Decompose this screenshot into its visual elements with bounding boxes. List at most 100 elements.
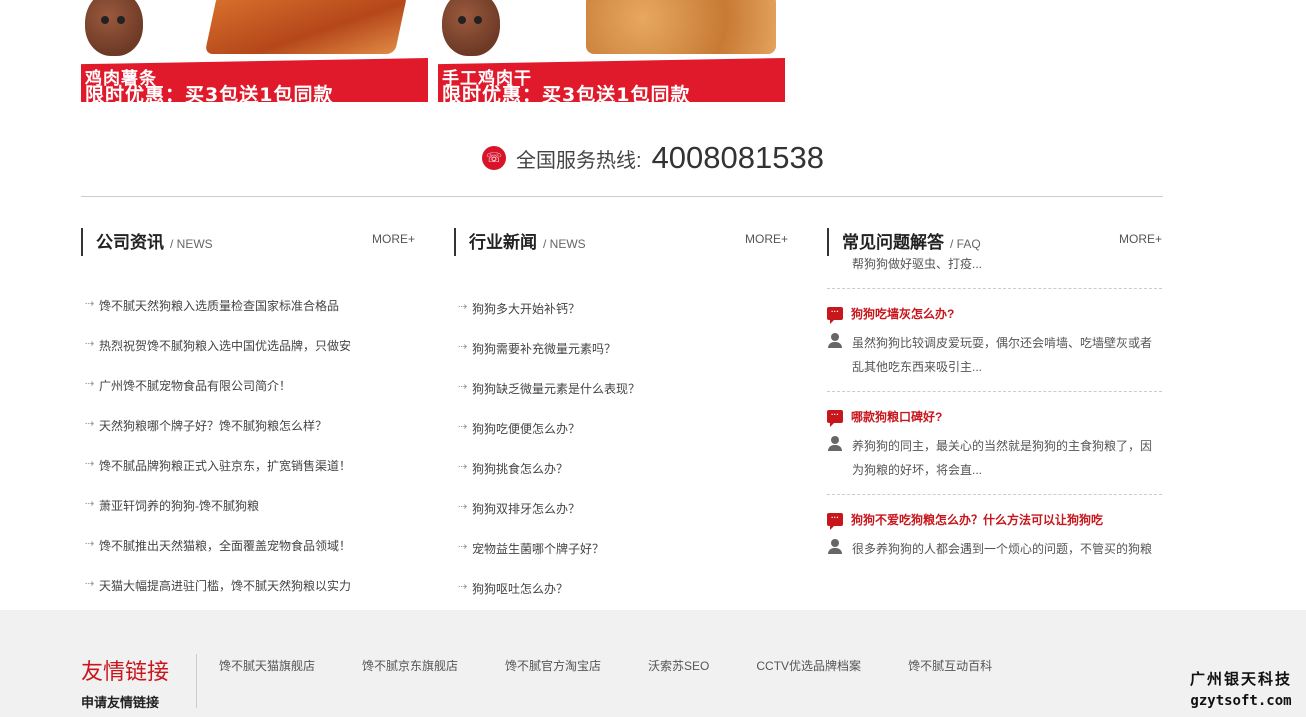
friend-links-footer: 友情链接 申请友情链接 馋不腻天猫旗舰店 馋不腻京东旗舰店 馋不腻官方淘宝店 沃…	[0, 610, 1306, 717]
list-item[interactable]: ⇢ 狗狗需要补充微量元素吗？	[454, 340, 788, 380]
watermark-domain: gzytsoft.com	[1190, 693, 1292, 709]
food-image	[204, 0, 408, 54]
user-icon	[827, 333, 843, 349]
faq-section: 常见问题解答 / FAQ MORE+ 帮狗狗做好驱虫、打疫... ··· 狗狗吃…	[827, 228, 1162, 610]
arrow-icon: ⇢	[458, 301, 468, 313]
list-item-title: 萧亚轩饲养的狗狗-馋不腻狗粮	[99, 499, 259, 513]
list-item-title: 天然狗粮哪个牌子好？馋不腻狗粮怎么样？	[99, 419, 328, 433]
arrow-icon: ⇢	[85, 498, 95, 510]
section-subtitle: / NEWS	[543, 237, 586, 251]
list-item-title: 热烈祝贺馋不腻狗粮入选中国优选品牌，只做安	[99, 339, 352, 353]
list-item-title: 狗狗双排牙怎么办？	[472, 502, 581, 516]
friend-links-list: 馋不腻天猫旗舰店 馋不腻京东旗舰店 馋不腻官方淘宝店 沃索苏SEO CCTV优选…	[219, 657, 1039, 674]
section-title: 行业新闻	[469, 233, 537, 252]
list-item[interactable]: ⇢ 狗狗双排牙怎么办？	[454, 500, 788, 540]
faq-answer: 帮狗狗做好驱虫、打疫...	[827, 256, 1162, 276]
list-item[interactable]: ⇢ 馋不腻推出天然猫粮，全面覆盖宠物食品领域！	[81, 537, 415, 577]
friend-link[interactable]: 馋不腻互动百科	[908, 657, 992, 674]
apply-friend-link[interactable]: 申请友情链接	[81, 692, 169, 711]
arrow-icon: ⇢	[458, 341, 468, 353]
section-subtitle: / FAQ	[950, 237, 981, 251]
industry-news-section: 行业新闻 / NEWS MORE+ ⇢ 狗狗多大开始补钙？ ⇢ 狗狗需要补充微量元素…	[454, 228, 788, 610]
faq-question-text: 哪款狗粮口碑好?	[851, 409, 943, 424]
faq-question-text: 狗狗不爱吃狗粮怎么办？什么方法可以让狗狗吃	[851, 512, 1104, 527]
faq-question[interactable]: ··· 狗狗吃墙灰怎么办?	[827, 301, 1162, 325]
faq-item[interactable]: ··· 哪款狗粮口碑好? 养狗狗的同主，最关心的当然就是狗狗的主食狗粮了，因为狗…	[827, 404, 1162, 495]
faq-answer-text: 很多养狗狗的人都会遇到一个烦心的问题，不管买的狗粮	[852, 542, 1153, 556]
more-link[interactable]: MORE+	[372, 232, 415, 246]
faq-item[interactable]: ··· 狗狗不爱吃狗粮怎么办？什么方法可以让狗狗吃 很多养狗狗的人都会遇到一个烦…	[827, 507, 1162, 573]
list-item[interactable]: ⇢ 馋不腻品牌狗粮正式入驻京东，扩宽销售渠道！	[81, 457, 415, 497]
dog-image	[442, 0, 500, 56]
list-item[interactable]: ⇢ 狗狗挑食怎么办？	[454, 460, 788, 500]
list-item[interactable]: ⇢ 狗狗吃便便怎么办？	[454, 420, 788, 460]
watermark: 广州银天科技 gzytsoft.com	[1190, 668, 1292, 709]
chat-bubble-icon: ···	[827, 512, 843, 530]
faq-question-text: 狗狗吃墙灰怎么办?	[851, 306, 955, 321]
chat-bubble-icon: ···	[827, 306, 843, 324]
list-item[interactable]: ⇢ 狗狗缺乏微量元素是什么表现？	[454, 380, 788, 420]
friend-link[interactable]: CCTV优选品牌档案	[756, 657, 861, 674]
list-item-title: 馋不腻推出天然猫粮，全面覆盖宠物食品领域！	[99, 539, 352, 553]
section-title: 公司资讯	[96, 233, 164, 252]
arrow-icon: ⇢	[85, 458, 95, 470]
list-item-title: 宠物益生菌哪个牌子好？	[472, 542, 605, 556]
user-icon	[827, 436, 843, 452]
product-banner-chicken-jerky[interactable]: 手工鸡肉干 限时优惠：买3包送1包同款	[438, 0, 785, 102]
more-link[interactable]: MORE+	[1119, 232, 1162, 246]
faq-item[interactable]: 帮狗狗做好驱虫、打疫...	[827, 256, 1162, 289]
product-photo	[438, 0, 785, 62]
section-header: 行业新闻 / NEWS MORE+	[454, 228, 788, 256]
list-item-title: 馋不腻天然狗粮入选质量检查国家标准合格品	[99, 299, 340, 313]
list-item-title: 狗狗挑食怎么办？	[472, 462, 569, 476]
section-header: 公司资讯 / NEWS MORE+	[81, 228, 415, 256]
faq-answer: 养狗狗的同主，最关心的当然就是狗狗的主食狗粮了，因为狗粮的好坏，将会直...	[827, 434, 1162, 482]
arrow-icon: ⇢	[85, 418, 95, 430]
faq-question[interactable]: ··· 狗狗不爱吃狗粮怎么办？什么方法可以让狗狗吃	[827, 507, 1162, 531]
service-hotline: ☏ 全国服务热线: 4008081538	[0, 140, 1306, 176]
friend-link[interactable]: 馋不腻官方淘宝店	[505, 657, 601, 674]
list-item-title: 天猫大幅提高进驻门槛，馋不腻天然狗粮以实力	[99, 579, 352, 593]
product-banner-chicken-fries[interactable]: 鸡肉薯条 限时优惠：买3包送1包同款	[81, 0, 428, 102]
user-icon	[827, 539, 843, 555]
hotline-number: 4008081538	[651, 140, 824, 175]
arrow-icon: ⇢	[85, 338, 95, 350]
list-item-title: 狗狗需要补充微量元素吗？	[472, 342, 617, 356]
food-image	[586, 0, 776, 54]
news-list: ⇢ 狗狗多大开始补钙？ ⇢ 狗狗需要补充微量元素吗？ ⇢ 狗狗缺乏微量元素是什么表现？…	[454, 300, 788, 610]
list-item[interactable]: ⇢ 热烈祝贺馋不腻狗粮入选中国优选品牌，只做安	[81, 337, 415, 377]
list-item[interactable]: ⇢ 狗狗呕吐怎么办？	[454, 580, 788, 610]
section-header: 常见问题解答 / FAQ MORE+	[827, 228, 1162, 256]
arrow-icon: ⇢	[458, 461, 468, 473]
more-link[interactable]: MORE+	[745, 232, 788, 246]
hotline-label: 全国服务热线:	[516, 149, 642, 172]
watermark-company: 广州银天科技	[1189, 670, 1292, 688]
arrow-icon: ⇢	[85, 578, 95, 590]
faq-answer-text: 帮狗狗做好驱虫、打疫...	[852, 257, 983, 271]
faq-item[interactable]: ··· 狗狗吃墙灰怎么办? 虽然狗狗比较调皮爱玩耍，偶尔还会啃墙、吃墙壁灰或者乱…	[827, 301, 1162, 392]
list-item[interactable]: ⇢ 萧亚轩饲养的狗狗-馋不腻狗粮	[81, 497, 415, 537]
arrow-icon: ⇢	[458, 381, 468, 393]
faq-answer: 很多养狗狗的人都会遇到一个烦心的问题，不管买的狗粮	[827, 537, 1162, 561]
list-item[interactable]: ⇢ 狗狗多大开始补钙？	[454, 300, 788, 340]
phone-icon: ☏	[482, 146, 506, 170]
friend-links-block: 友情链接 申请友情链接	[81, 654, 169, 711]
faq-answer: 虽然狗狗比较调皮爱玩耍，偶尔还会啃墙、吃墙壁灰或者乱其他吃东西来吸引主...	[827, 331, 1162, 379]
section-divider	[81, 196, 1163, 197]
friend-link[interactable]: 沃索苏SEO	[648, 657, 709, 674]
list-item[interactable]: ⇢ 馋不腻天然狗粮入选质量检查国家标准合格品	[81, 297, 415, 337]
friend-links-title: 友情链接	[81, 660, 170, 685]
chat-bubble-icon: ···	[827, 409, 843, 427]
faq-question[interactable]: ··· 哪款狗粮口碑好?	[827, 404, 1162, 428]
list-item[interactable]: ⇢ 天猫大幅提高进驻门槛，馋不腻天然狗粮以实力	[81, 577, 415, 610]
list-item-title: 狗狗呕吐怎么办？	[472, 582, 569, 596]
list-item-title: 馋不腻品牌狗粮正式入驻京东，扩宽销售渠道！	[99, 459, 352, 473]
friend-link[interactable]: 馋不腻天猫旗舰店	[219, 657, 315, 674]
banner-promo-text: 限时优惠：买3包送1包同款	[442, 84, 691, 102]
list-item[interactable]: ⇢ 天然狗粮哪个牌子好？馋不腻狗粮怎么样？	[81, 417, 415, 457]
list-item-title: 狗狗吃便便怎么办？	[472, 422, 581, 436]
list-item[interactable]: ⇢ 宠物益生菌哪个牌子好？	[454, 540, 788, 580]
faq-answer-text: 养狗狗的同主，最关心的当然就是狗狗的主食狗粮了，因为狗粮的好坏，将会直...	[852, 439, 1153, 477]
friend-link[interactable]: 馋不腻京东旗舰店	[362, 657, 458, 674]
list-item[interactable]: ⇢ 广州馋不腻宠物食品有限公司简介！	[81, 377, 415, 417]
